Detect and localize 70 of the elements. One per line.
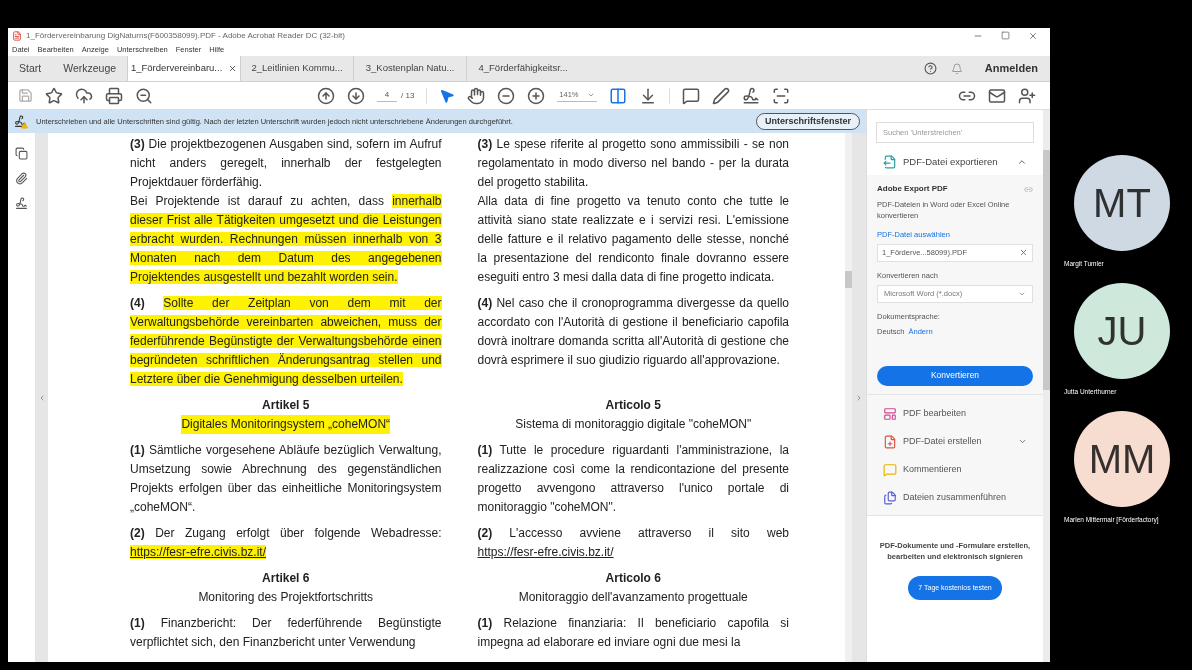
tool-icon — [883, 490, 897, 505]
caret-icon — [586, 91, 595, 99]
paragraph-text: (2) Der Zugang erfolgt über folgende Webadresse: https://fesr-efre.civis.bz.it/ — [130, 525, 442, 561]
page-total: / 13 — [401, 89, 415, 102]
caret-icon — [1018, 290, 1026, 298]
paragraph-text: (1) Finanzbericht: Der federführende Begünstigte verpflichtet sich, den Finanzbericht unter Verwendung — [130, 615, 442, 651]
paperclip-icon[interactable] — [15, 172, 28, 185]
article-subtitle: Monitoring des Projektfortschritts — [198, 589, 374, 606]
article-heading: Artikel 6 — [262, 570, 310, 587]
document-tab[interactable]: 1_Fördervereinbaru... — [127, 56, 241, 81]
page-number-field[interactable]: 4 — [377, 89, 397, 102]
scrollbar-thumb[interactable] — [1043, 150, 1050, 390]
tool-item[interactable]: Kommentieren — [883, 460, 1027, 479]
paragraph-text: Alla data di fine progetto va tenuto conto che tutte le attività siano state realizzate e i servizi resi. L'emissione delle fatture e il relativo pagamento delle stesse, nonché la presentazione del rendiconto finale dovranno essere eseguiti entro 3 mesi dalla data di fine progetto indicata. — [477, 193, 789, 286]
tool-icon — [883, 434, 897, 449]
next-page-icon[interactable] — [347, 86, 365, 105]
paragraph-text: (4) Sollte der Zeitplan von dem mit der Verwaltungsbehörde vereinbarten abweichen, muss der federführende Begünstigte der Verwaltungsbehörde einen begründeten schriftlichen Änderungsantrag stellen und Letztere über die Genehmigung desselben urteilen. — [130, 295, 442, 388]
article-subtitle: Digitales Monitoringsystem „coheMON“ — [181, 415, 391, 434]
signature-panel-button[interactable]: Unterschriftsfenster — [755, 113, 860, 130]
paragraph-text: (1) Sämtliche vorgesehene Abläufe bezüglich Verwaltung, Umsetzung sowie Abrechnung des gegenständlichen Projekts erfolgen über das einheitliche Monitoringsystem „coheMON“. — [130, 442, 442, 516]
sign-in-button[interactable]: Anmelden — [984, 60, 1038, 77]
mail-icon[interactable] — [988, 86, 1006, 105]
export-pdf-header[interactable]: PDF-Datei exportieren — [867, 149, 1043, 175]
article-subtitle: Monitoraggio dell'avanzamento progettuale — [518, 589, 748, 606]
previous-page-icon[interactable] — [317, 86, 335, 105]
user-plus-icon[interactable] — [1018, 86, 1036, 105]
paragraph-text: (3) Die projektbezogenen Ausgaben sind, sofern im Aufruf nicht anders geregelt, innerhalb der festgelegten Projektdauer förderfähig. — [130, 136, 442, 191]
print-icon[interactable] — [105, 86, 123, 105]
article-heading: Articolo 5 — [605, 397, 661, 414]
link-icon — [1024, 184, 1033, 194]
article-heading: Articolo 6 — [605, 570, 661, 587]
close-icon[interactable] — [1028, 31, 1038, 41]
clear-icon[interactable] — [1019, 248, 1028, 258]
pointer-icon[interactable] — [439, 87, 456, 104]
search-icon[interactable] — [135, 86, 153, 105]
page-layout-icon[interactable] — [608, 86, 627, 105]
export-file-icon — [883, 155, 897, 169]
link[interactable]: https://fesr-efre.civis.bz.it/ — [477, 545, 614, 559]
comment-icon[interactable] — [681, 86, 700, 105]
export-heading: Adobe Export PDF — [877, 183, 948, 195]
star-icon[interactable] — [45, 86, 63, 105]
convert-button[interactable]: Konvertieren — [877, 365, 1033, 386]
article-subtitle: Sistema di monitoraggio digitale "coheMON" — [515, 416, 752, 433]
close-tab-icon[interactable] — [228, 64, 238, 73]
cloud-upload-icon[interactable] — [75, 86, 93, 105]
help-icon[interactable] — [923, 62, 937, 75]
tool-item[interactable]: PDF-Datei erstellen — [883, 432, 1027, 451]
signature-icon[interactable] — [15, 197, 28, 210]
signature-warning-icon — [14, 114, 28, 129]
link[interactable]: https://fesr-efre.civis.bz.it/ — [130, 545, 267, 559]
paragraph-text: (1) Tutte le procedure riguardanti l'amministrazione, la realizzazione così come la rendicontazione del presente progetto avvengono attraverso l'unico portale di monitoraggio "coheMON". — [477, 442, 789, 516]
zoom-out-icon[interactable] — [497, 86, 516, 105]
signature-icon[interactable] — [741, 86, 760, 105]
scrollbar-thumb[interactable] — [845, 271, 852, 288]
tool-item[interactable]: PDF bearbeiten — [883, 404, 1027, 423]
paragraph-text: Bei Projektende ist darauf zu achten, dass innerhalb dieser Frist alle Tätigkeiten umgesetzt und die Leistungen erbracht wurden. Rechnungen müssen innerhalb von 3 Monaten nach dem Datum des angegebenen Projektendes ausgestellt und bezahlt worden sein. — [130, 193, 442, 286]
paragraph-text: (2) L'accesso avviene attraverso il sito web https://fesr-efre.civis.bz.it/ — [477, 525, 789, 561]
zoom-in-icon[interactable] — [527, 86, 546, 105]
tool-item[interactable]: Dateien zusammenführen — [883, 488, 1027, 507]
paragraph-text: (4) Nel caso che il cronoprogramma divergesse da quello accordato con l'Autorità di gestione il beneficiario capofila dovrà inoltrare domanda scritta all'Autorità di gestione che dovrà esprimere il suo giudizio riguardo all'approvazione. — [477, 295, 789, 369]
pages-icon[interactable] — [15, 147, 28, 160]
pen-icon[interactable] — [711, 86, 730, 105]
tool-icon — [883, 406, 897, 421]
hand-icon[interactable] — [467, 86, 486, 105]
paragraph-text: (1) Relazione finanziaria: Il beneficiario capofila si impegna ad elaborare ed inviare ogni due mesi la — [477, 615, 789, 651]
pdf-icon — [12, 31, 22, 41]
article-heading: Artikel 5 — [262, 397, 310, 414]
window-title: 1_Fördervereinbarung DigNaturns(F600358099).PDF - Adobe Acrobat Reader DC (32-bit) — [26, 30, 345, 42]
tool-icon — [883, 462, 897, 477]
paragraph-text: (3) Le spese riferite al progetto sono ammissibili - se non regolamentato in modo diverso nel bando - per la durata del progetto stabilita. — [477, 136, 789, 191]
